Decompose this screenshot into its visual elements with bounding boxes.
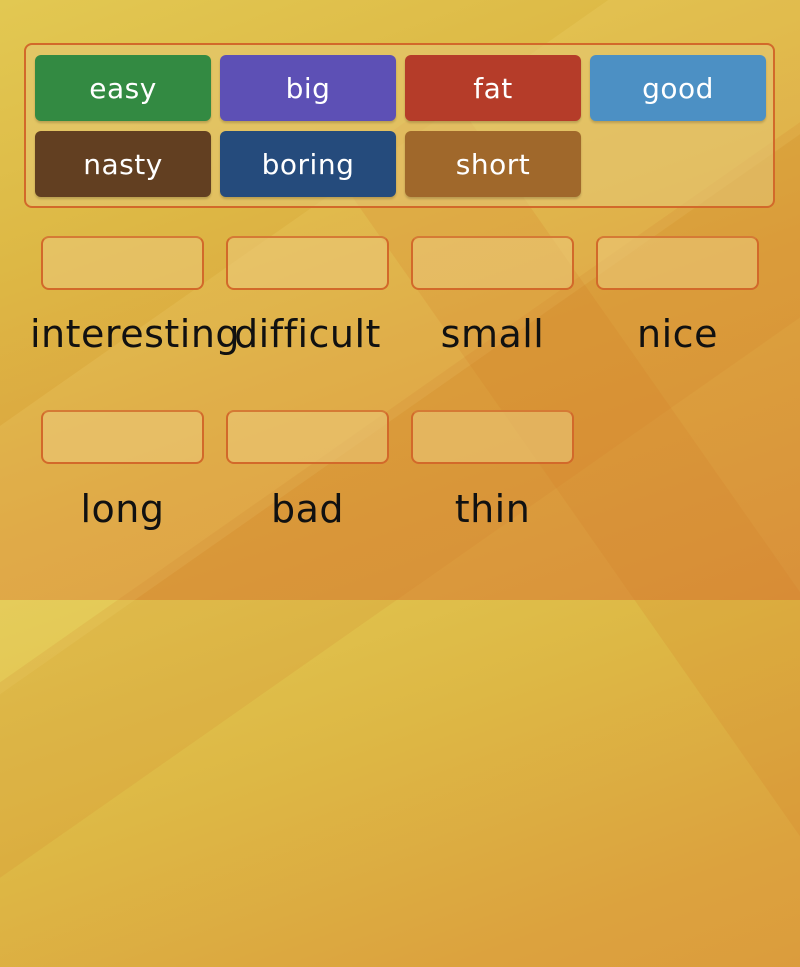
word-tile-big[interactable]: big — [220, 55, 396, 121]
target-label-difficult: difficult — [234, 312, 381, 356]
word-tile-nasty[interactable]: nasty — [35, 131, 211, 197]
target-label-interesting: interesting — [30, 312, 241, 356]
drop-slot-nice[interactable] — [596, 236, 759, 290]
drop-slot-bad[interactable] — [226, 410, 389, 464]
drop-slot-interesting[interactable] — [41, 236, 204, 290]
word-bank: easy big fat good nasty boring short — [24, 43, 775, 208]
word-tile-boring[interactable]: boring — [220, 131, 396, 197]
target-label-nice: nice — [637, 312, 718, 356]
word-tile-fat[interactable]: fat — [405, 55, 581, 121]
drop-slot-difficult[interactable] — [226, 236, 389, 290]
word-tile-short[interactable]: short — [405, 131, 581, 197]
target-label-bad: bad — [270, 487, 345, 531]
target-label-small: small — [440, 312, 545, 356]
drop-slot-long[interactable] — [41, 410, 204, 464]
word-tile-easy[interactable]: easy — [35, 55, 211, 121]
word-tile-good[interactable]: good — [590, 55, 766, 121]
drop-slot-thin[interactable] — [411, 410, 574, 464]
target-label-long: long — [80, 487, 165, 531]
target-label-thin: thin — [454, 487, 531, 531]
drop-slot-small[interactable] — [411, 236, 574, 290]
